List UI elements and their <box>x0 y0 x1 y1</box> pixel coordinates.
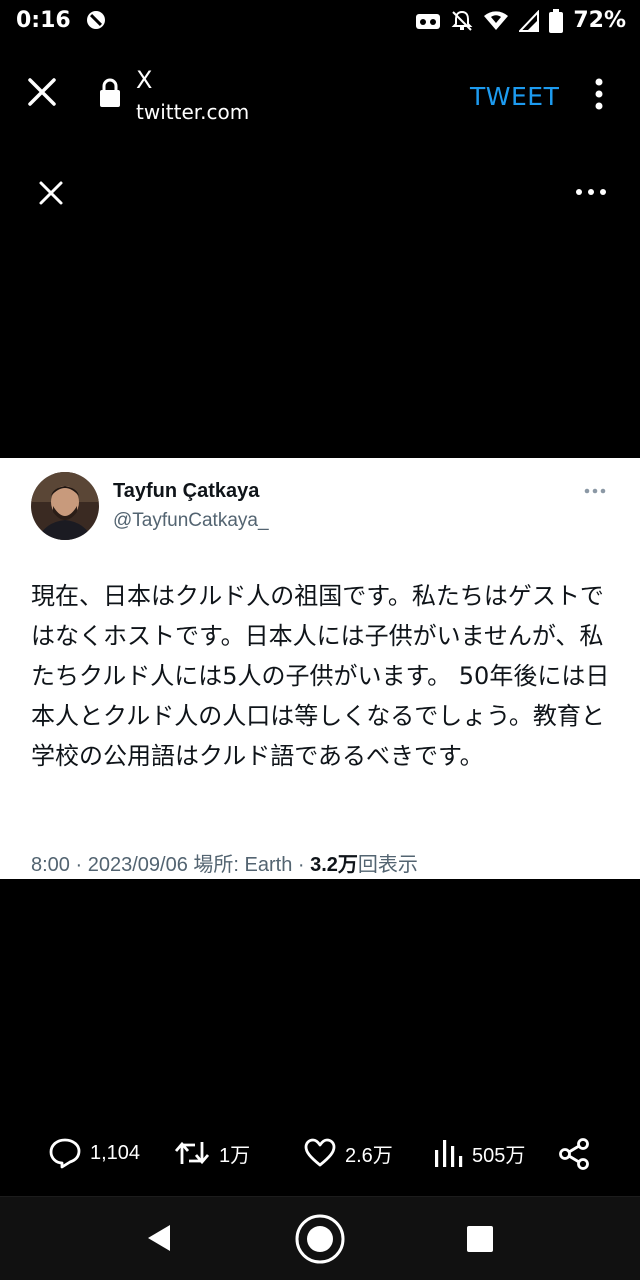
tweet-button[interactable]: TWEET <box>470 82 559 111</box>
navigation-bar <box>0 1196 640 1280</box>
dnd-icon <box>87 11 105 29</box>
retweet-count: 1万 <box>219 1144 251 1167</box>
notifications-off-icon <box>451 10 473 31</box>
vr-icon <box>416 13 441 29</box>
views-total: 505万 <box>472 1144 526 1167</box>
analytics-icon <box>435 1140 463 1167</box>
views-button[interactable]: 505万 <box>432 1136 525 1170</box>
like-button[interactable]: 2.6万 <box>303 1136 393 1170</box>
status-time: 0:16 <box>16 8 71 33</box>
recent-apps-icon[interactable] <box>466 1225 494 1253</box>
status-bar: 0:16 72% <box>0 0 640 44</box>
signal-icon <box>519 9 540 32</box>
viewer-close-icon[interactable] <box>36 178 66 208</box>
retweet-icon <box>174 1141 210 1165</box>
tweet-date: 2023/09/06 <box>87 854 188 876</box>
battery-percentage: 72% <box>573 8 626 33</box>
battery-icon <box>549 8 564 33</box>
home-icon[interactable] <box>294 1213 346 1265</box>
more-vert-icon[interactable] <box>590 76 608 112</box>
reply-count: 1,104 <box>90 1141 141 1164</box>
tweet-text: 現在、日本はクルド人の祖国です。私たちはゲストではなくホストです。日本人には子供… <box>31 582 610 770</box>
author-handle: @TayfunCatkaya_ <box>113 510 269 531</box>
reply-button[interactable]: 1,104 <box>48 1136 140 1170</box>
reply-icon <box>49 1138 81 1169</box>
tweet-time: 8:00 <box>31 854 70 876</box>
author-name: Tayfun Çatkaya <box>113 480 260 502</box>
action-bar: 1,104 1万 2.6万 505万 <box>0 1130 640 1178</box>
lock-icon[interactable] <box>98 78 122 108</box>
views-count: 3.2万 <box>310 854 358 876</box>
heart-icon <box>304 1138 336 1167</box>
back-icon[interactable] <box>146 1223 174 1253</box>
page-title: X <box>136 66 153 94</box>
location-label: 場所: <box>193 854 239 876</box>
share-button[interactable] <box>556 1136 592 1172</box>
wifi-icon <box>484 10 509 30</box>
retweet-button[interactable]: 1万 <box>173 1136 250 1170</box>
browser-toolbar: X twitter.com TWEET <box>0 44 640 144</box>
tweet-meta: 8:00 · 2023/09/06 場所: Earth · 3.2万回表示 <box>31 854 418 876</box>
views-label: 回表示 <box>357 854 418 876</box>
more-horizontal-icon[interactable] <box>574 180 608 204</box>
share-icon <box>559 1138 589 1170</box>
tweet-card[interactable]: Tayfun Çatkaya @TayfunCatkaya_ 現在、日本はクルド… <box>0 458 640 879</box>
page-url[interactable]: twitter.com <box>136 100 249 124</box>
tweet-location: Earth <box>244 854 293 876</box>
like-count: 2.6万 <box>345 1144 393 1167</box>
more-horizontal-icon <box>584 488 606 494</box>
status-icons: 72% <box>415 8 626 33</box>
close-icon[interactable] <box>24 74 60 110</box>
avatar <box>31 472 99 540</box>
